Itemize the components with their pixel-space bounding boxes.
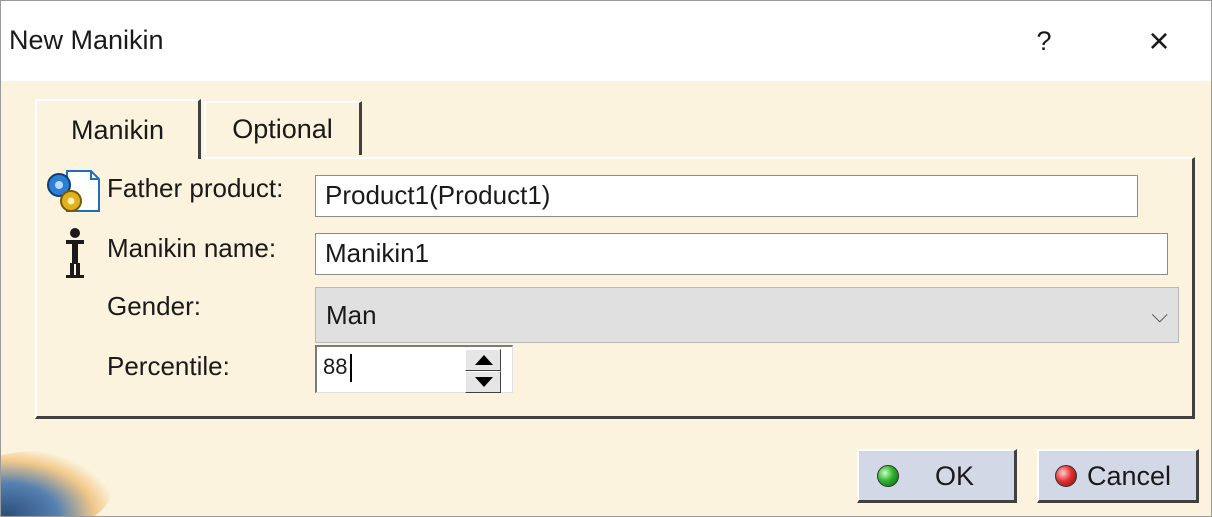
arrow-down-icon — [475, 377, 493, 387]
gender-label: Gender: — [107, 291, 201, 321]
chevron-down-icon: ⌵ — [1151, 302, 1168, 327]
tab-manikin[interactable]: Manikin — [35, 99, 201, 159]
gender-dropdown[interactable]: Man ⌵ — [315, 287, 1179, 343]
percentile-value: 88 — [323, 354, 348, 379]
spin-up-button[interactable] — [465, 349, 501, 371]
tab-optional[interactable]: Optional — [204, 101, 362, 155]
father-product-label: Father product: — [107, 173, 284, 203]
new-manikin-dialog: New Manikin ? × Manikin Optional Father … — [0, 0, 1212, 517]
text-caret — [350, 354, 353, 383]
green-status-dot-icon — [877, 465, 899, 487]
percentile-label: Percentile: — [107, 351, 230, 381]
help-button[interactable]: ? — [1016, 15, 1072, 67]
tab-panel-manikin: Father product: Product1(Product1) Manik… — [35, 157, 1195, 419]
manikin-name-field[interactable]: Manikin1 — [315, 233, 1168, 275]
product-gears-icon — [45, 167, 101, 213]
cancel-button[interactable]: Cancel — [1037, 449, 1199, 503]
window-title: New Manikin — [9, 25, 164, 55]
arrow-up-icon — [475, 355, 493, 365]
manikin-name-label: Manikin name: — [107, 233, 277, 263]
father-product-field[interactable]: Product1(Product1) — [315, 175, 1138, 217]
ok-button[interactable]: OK — [857, 449, 1017, 503]
close-button[interactable]: × — [1131, 15, 1187, 67]
dialog-body: Manikin Optional Father product: Product… — [1, 81, 1211, 516]
red-status-dot-icon — [1055, 465, 1077, 487]
ok-label: OK — [935, 461, 975, 491]
title-bar: New Manikin ? × — [1, 1, 1211, 81]
catia-swoosh-logo — [1, 451, 111, 516]
manikin-figure-icon — [63, 227, 87, 279]
cancel-label: Cancel — [1087, 461, 1172, 491]
percentile-spinner — [465, 349, 501, 393]
spin-down-button[interactable] — [465, 371, 501, 393]
gender-value: Man — [326, 300, 377, 330]
